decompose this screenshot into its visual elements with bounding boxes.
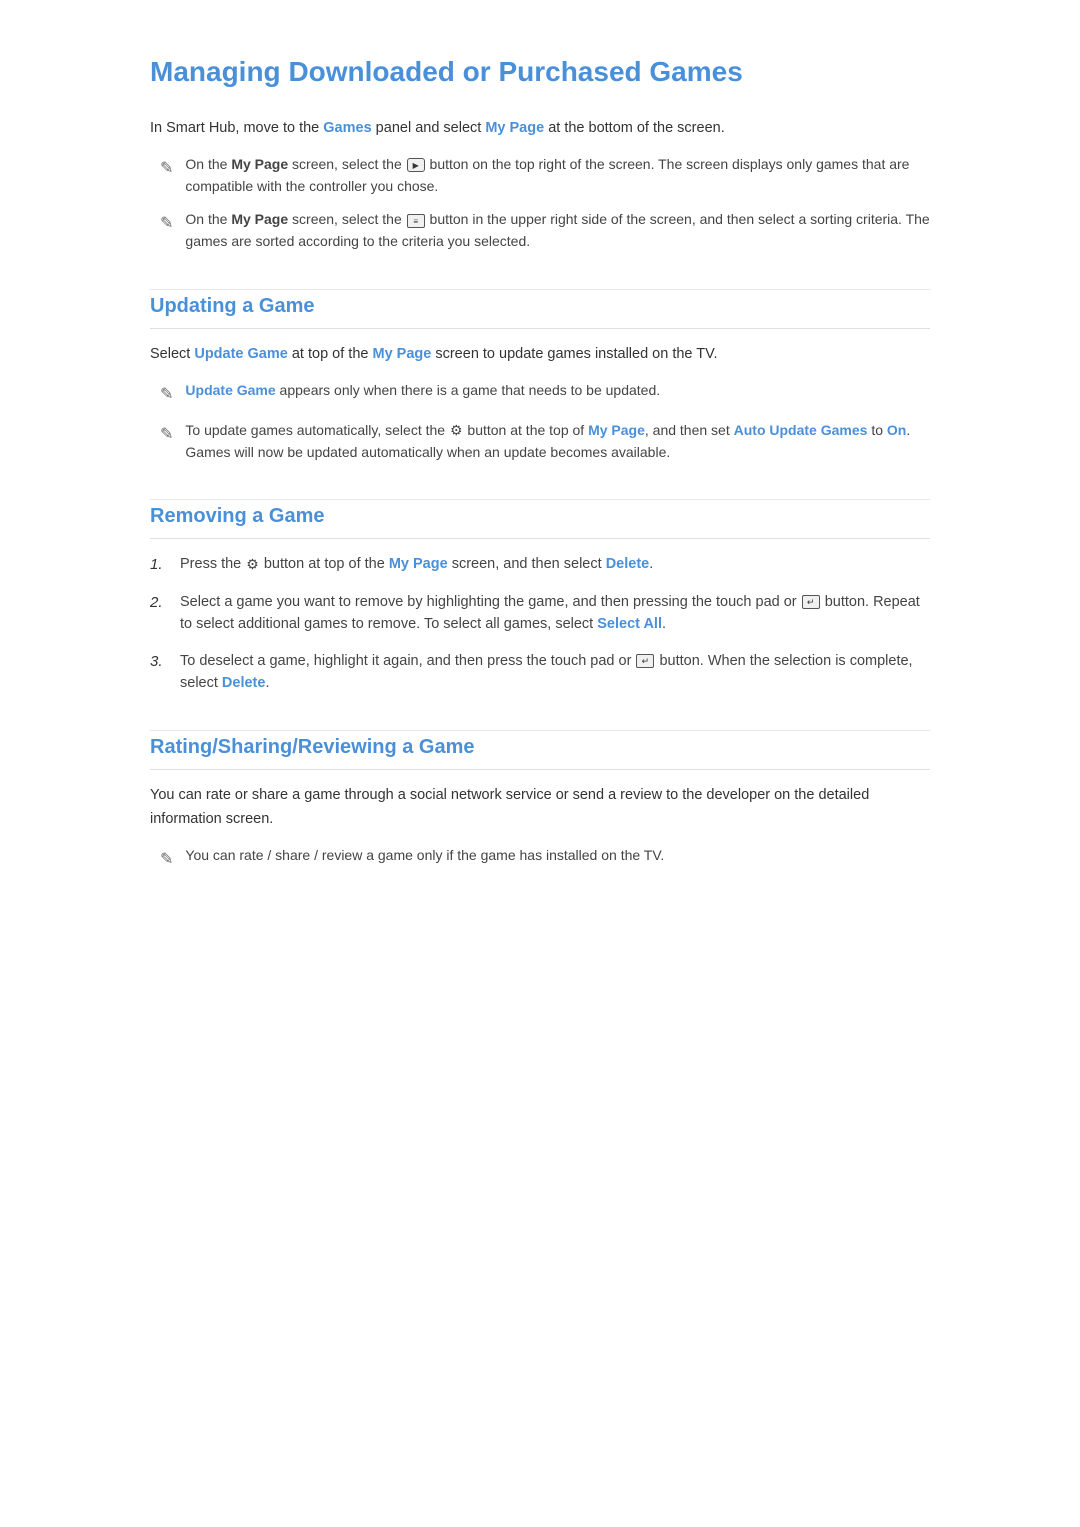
update-game-link-2: Update Game [185,382,275,398]
section-removing: Removing a Game 1. Press the ⚙ button at… [150,499,930,694]
gear-icon-1: ⚙ [450,420,463,442]
updating-intro: Select Update Game at top of the My Page… [150,343,930,366]
intro-paragraph: In Smart Hub, move to the Games panel an… [150,117,930,140]
removing-step-3-content: To deselect a game, highlight it again, … [180,650,930,695]
pencil-icon-5 [160,847,173,873]
section-title-removing: Removing a Game [150,500,930,539]
section-rating: Rating/Sharing/Reviewing a Game You can … [150,730,930,872]
removing-step-1-content: Press the ⚙ button at top of the My Page… [180,553,930,575]
auto-update-games-link: Auto Update Games [734,422,868,438]
intro-note-1: On the My Page screen, select the ▶ butt… [150,154,930,197]
step-number-2: 2. [150,591,180,614]
section-title-updating: Updating a Game [150,290,930,329]
games-link: Games [323,120,371,136]
my-page-link: My Page [485,120,544,136]
removing-step-1: 1. Press the ⚙ button at top of the My P… [150,553,930,576]
pencil-icon-3 [160,382,173,408]
updating-note-1-text: Update Game appears only when there is a… [185,380,660,402]
gamepad-button-icon: ▶ [407,158,425,172]
my-page-link-2: My Page [372,346,431,362]
removing-list: 1. Press the ⚙ button at top of the My P… [150,553,930,694]
delete-link-1: Delete [606,556,650,572]
enter-icon-2: ↵ [636,654,654,668]
gear-icon-2: ⚙ [246,554,259,576]
enter-icon-1: ↵ [802,595,820,609]
removing-step-3: 3. To deselect a game, highlight it agai… [150,650,930,695]
page-title: Managing Downloaded or Purchased Games [150,50,930,95]
rating-intro: You can rate or share a game through a s… [150,784,930,830]
updating-note-2-text: To update games automatically, select th… [185,420,930,464]
intro-note-2-text: On the My Page screen, select the ≡ butt… [185,209,930,252]
delete-link-2: Delete [222,675,266,691]
my-page-link-4: My Page [389,556,448,572]
updating-note-1: Update Game appears only when there is a… [150,380,930,408]
step-number-3: 3. [150,650,180,673]
list-button-icon: ≡ [407,214,425,228]
my-page-bold-2: My Page [231,211,288,227]
section-updating: Updating a Game Select Update Game at to… [150,289,930,464]
removing-step-2-content: Select a game you want to remove by high… [180,591,930,636]
step-number-1: 1. [150,553,180,576]
page-container: Managing Downloaded or Purchased Games I… [90,0,990,934]
removing-step-2: 2. Select a game you want to remove by h… [150,591,930,636]
update-game-link: Update Game [194,346,287,362]
pencil-icon-4 [160,422,173,448]
intro-note-2: On the My Page screen, select the ≡ butt… [150,209,930,252]
rating-note-1-text: You can rate / share / review a game onl… [185,845,664,867]
my-page-link-3: My Page [588,422,645,438]
pencil-icon-1 [160,156,173,182]
intro-note-1-text: On the My Page screen, select the ▶ butt… [185,154,930,197]
my-page-bold-1: My Page [231,156,288,172]
rating-note-1: You can rate / share / review a game onl… [150,845,930,873]
on-link: On [887,422,906,438]
updating-note-2: To update games automatically, select th… [150,420,930,464]
section-title-rating: Rating/Sharing/Reviewing a Game [150,731,930,770]
select-all-link: Select All [597,616,662,632]
pencil-icon-2 [160,211,173,237]
